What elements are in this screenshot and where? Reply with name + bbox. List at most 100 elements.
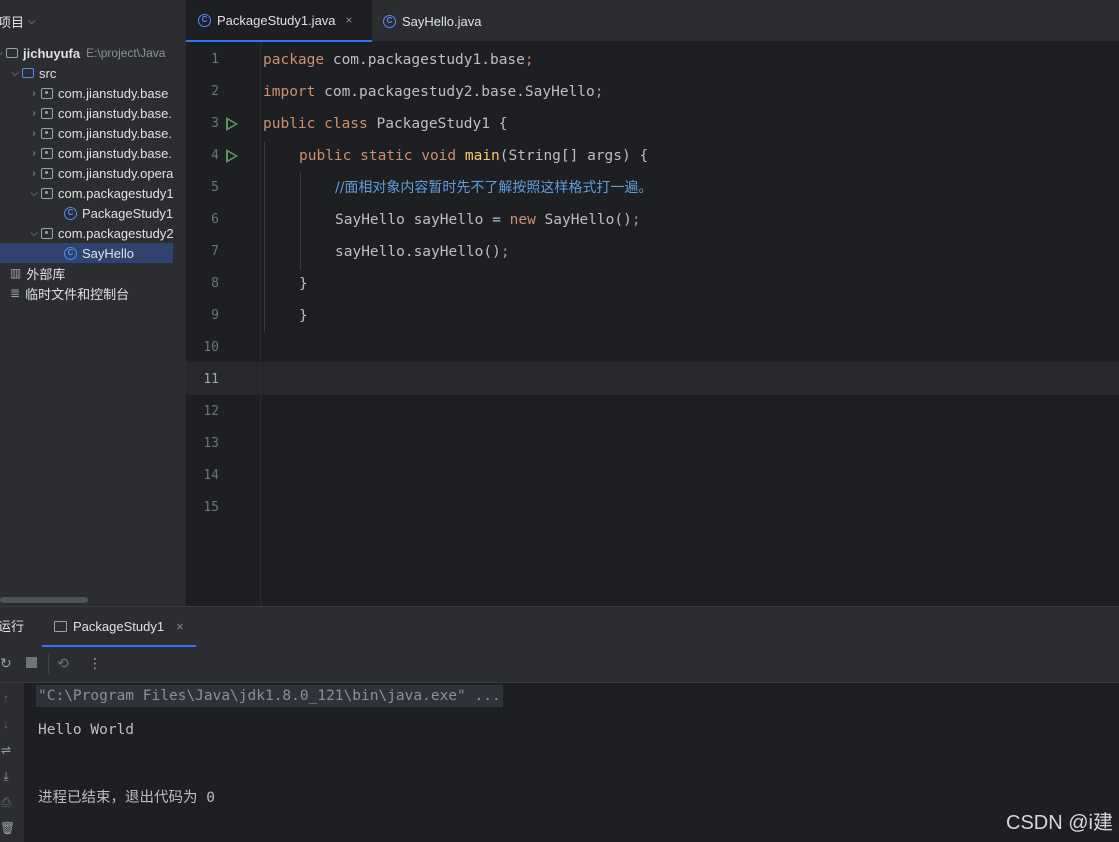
- class-icon: C: [383, 14, 396, 28]
- package-label: com.jianstudy.base.: [58, 145, 172, 161]
- code-line-3: public class PackageStudy1 {: [263, 108, 507, 140]
- package-icon: [41, 107, 53, 119]
- package-icon: [41, 227, 53, 239]
- project-header[interactable]: 项目 ⌵: [0, 0, 186, 42]
- wrap-icon[interactable]: ⇌: [0, 743, 12, 757]
- package-icon: [41, 167, 53, 179]
- chevron-right-icon[interactable]: ›: [27, 148, 41, 159]
- package-icon: [41, 147, 53, 159]
- code-text: SayHello(): [535, 212, 632, 228]
- code-text: com.packagestudy1.base: [324, 52, 525, 68]
- package-icon: [41, 87, 53, 99]
- scroll-end-icon[interactable]: ⤓: [0, 769, 12, 784]
- more-icon[interactable]: ⋮: [88, 655, 102, 672]
- current-line-highlight: [186, 362, 1119, 395]
- tree-class[interactable]: C PackageStudy1: [0, 203, 186, 223]
- keyword: import: [263, 84, 316, 100]
- line-number: 14: [203, 468, 219, 483]
- console-exit-line: 进程已结束，退出代码为 0: [38, 790, 215, 806]
- run-title: 运行: [0, 619, 25, 634]
- package-label: com.packagestudy2: [58, 225, 174, 241]
- line-number: 2: [211, 84, 219, 99]
- toolbar-divider: [48, 654, 49, 674]
- package-label: com.jianstudy.base.: [58, 125, 172, 141]
- print-icon[interactable]: ⎙: [0, 795, 12, 810]
- down-icon[interactable]: ↓: [0, 717, 12, 731]
- keyword: new: [509, 212, 536, 228]
- keyword: public static void: [299, 148, 457, 164]
- code-text: }: [299, 308, 308, 324]
- semicolon: ;: [631, 212, 641, 228]
- project-panel: 项目 ⌵ ⌵ jichuyufa E:\project\Java ⌵ src ›…: [0, 0, 186, 606]
- package-icon: [41, 127, 53, 139]
- code-line-6: SayHello sayHello = new SayHello();: [335, 204, 641, 236]
- tree-class-selected[interactable]: C SayHello: [0, 243, 173, 263]
- chevron-down-icon[interactable]: ⌵: [27, 188, 41, 199]
- tree-package[interactable]: ⌵ com.packagestudy1: [0, 183, 186, 203]
- semicolon: ;: [594, 84, 604, 100]
- chevron-right-icon[interactable]: ›: [27, 108, 41, 119]
- rerun-icon[interactable]: ↻: [0, 655, 12, 672]
- chevron-right-icon[interactable]: ›: [27, 168, 41, 179]
- run-gutter-icon[interactable]: [226, 117, 238, 131]
- tree-external-libraries[interactable]: ▥ 外部库: [0, 263, 186, 283]
- package-label: com.jianstudy.base.: [58, 105, 172, 121]
- line-number: 1: [211, 52, 219, 67]
- tab-sayhello[interactable]: C SayHello.java: [383, 0, 482, 42]
- line-number: 5: [211, 180, 219, 195]
- tree-package[interactable]: › com.jianstudy.base: [0, 83, 186, 103]
- indent-guide: [300, 172, 301, 270]
- code-line-7: sayHello.sayHello();: [335, 236, 510, 268]
- library-icon: ▥: [10, 266, 22, 280]
- stop-icon[interactable]: [26, 657, 37, 668]
- package-label: com.jianstudy.opera: [58, 165, 174, 181]
- external-libs-label: 外部库: [26, 266, 66, 282]
- class-label: PackageStudy1: [82, 205, 174, 221]
- chevron-right-icon[interactable]: ›: [27, 128, 41, 139]
- code-text: (String[] args) {: [499, 148, 649, 164]
- chevron-down-icon[interactable]: ⌵: [27, 228, 41, 239]
- tab-packagestudy1[interactable]: C PackageStudy1.java ×: [186, 0, 372, 42]
- keyword: public class: [263, 116, 368, 132]
- trash-icon[interactable]: 🗑: [0, 821, 15, 835]
- line-number: 3: [211, 116, 219, 131]
- code-line-2: import com.packagestudy2.base.SayHello;: [263, 76, 603, 108]
- tree-package[interactable]: › com.jianstudy.opera: [0, 163, 186, 183]
- folder-icon: [22, 68, 34, 78]
- horizontal-scrollbar[interactable]: [0, 597, 88, 603]
- package-label: com.jianstudy.base: [58, 85, 169, 101]
- code-line-1: package com.packagestudy1.base;: [263, 44, 534, 76]
- console-icon: [54, 620, 67, 632]
- class-icon: C: [64, 246, 77, 260]
- semicolon: ;: [500, 244, 510, 260]
- tree-package[interactable]: › com.jianstudy.base.: [0, 123, 186, 143]
- class-icon: C: [198, 13, 211, 27]
- chevron-down-icon[interactable]: ⌵: [8, 68, 22, 79]
- class-icon: C: [64, 206, 77, 220]
- code-text: PackageStudy1 {: [367, 116, 508, 132]
- package-label: com.packagestudy1: [58, 185, 174, 201]
- console-output-line: Hello World: [38, 722, 135, 738]
- tree-root[interactable]: ⌵ jichuyufa E:\project\Java: [0, 43, 186, 63]
- debug-icon[interactable]: ⟲: [57, 655, 69, 672]
- tree-src[interactable]: ⌵ src: [0, 63, 186, 83]
- tree-scratches[interactable]: ≣ 临时文件和控制台: [0, 283, 186, 303]
- code-text: }: [299, 276, 308, 292]
- class-label: SayHello: [82, 245, 135, 261]
- keyword: package: [263, 52, 325, 68]
- chevron-right-icon[interactable]: ›: [27, 88, 41, 99]
- tree-package[interactable]: › com.jianstudy.base.: [0, 103, 186, 123]
- code-text: sayHello.sayHello(): [335, 244, 501, 260]
- gutter-separator: [260, 42, 261, 606]
- tree-package[interactable]: › com.jianstudy.base.: [0, 143, 186, 163]
- close-icon[interactable]: ×: [176, 619, 184, 634]
- chevron-down-icon[interactable]: ⌵: [28, 16, 36, 27]
- code-text: com.packagestudy2.base.SayHello: [315, 84, 595, 100]
- run-tab-packagestudy1[interactable]: PackageStudy1 ×: [42, 607, 196, 647]
- close-icon[interactable]: ×: [346, 13, 353, 27]
- run-gutter-icon[interactable]: [226, 149, 238, 163]
- line-number: 7: [211, 244, 219, 259]
- tree-package[interactable]: ⌵ com.packagestudy2: [0, 223, 186, 243]
- up-icon[interactable]: ↑: [0, 691, 12, 705]
- package-icon: [41, 187, 53, 199]
